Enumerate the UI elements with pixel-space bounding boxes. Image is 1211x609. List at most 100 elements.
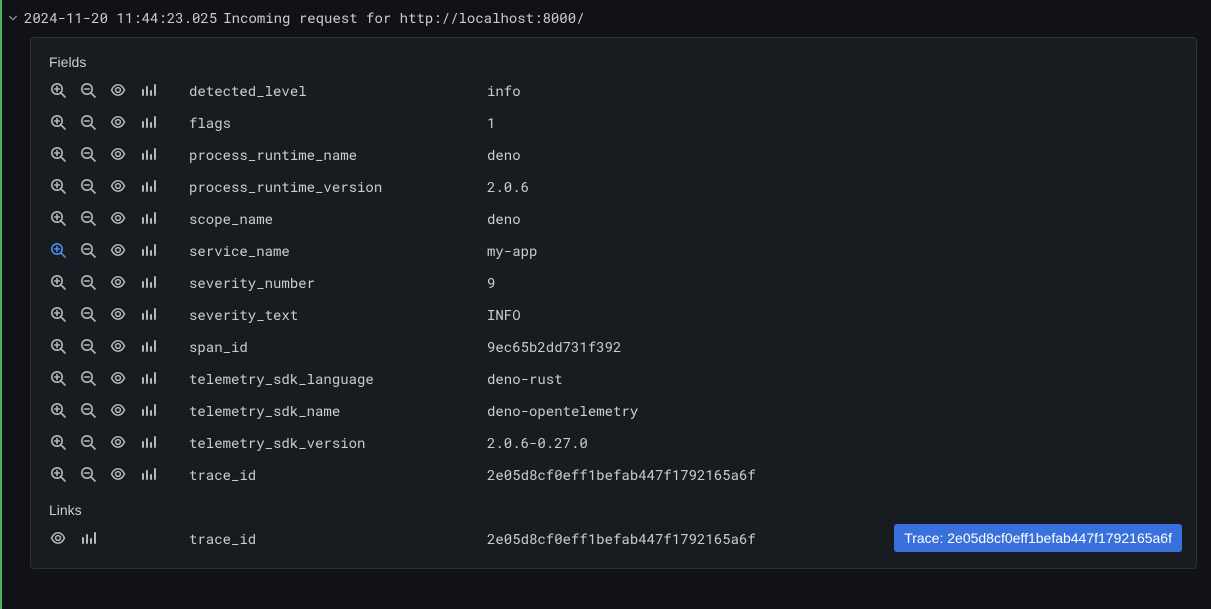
- filter-out-icon[interactable]: [79, 305, 97, 323]
- field-value: deno-rust: [487, 369, 1182, 388]
- filter-out-icon[interactable]: [79, 465, 97, 483]
- filter-out-icon[interactable]: [79, 177, 97, 195]
- toggle-visibility-icon[interactable]: [109, 369, 127, 387]
- ad-hoc-stats-icon[interactable]: [139, 113, 157, 131]
- link-actions: [49, 529, 181, 547]
- toggle-visibility-icon[interactable]: [109, 241, 127, 259]
- field-row: severity_number9: [45, 266, 1182, 298]
- log-message: Incoming request for http://localhost:80…: [223, 8, 584, 27]
- toggle-visibility-icon[interactable]: [109, 273, 127, 291]
- field-row: telemetry_sdk_version2.0.6-0.27.0: [45, 426, 1182, 458]
- filter-out-icon[interactable]: [79, 273, 97, 291]
- filter-out-icon[interactable]: [79, 241, 97, 259]
- filter-for-icon[interactable]: [49, 209, 67, 227]
- toggle-visibility-icon[interactable]: [109, 209, 127, 227]
- field-key: telemetry_sdk_name: [189, 401, 479, 420]
- fields-section-title: Fields: [45, 48, 1182, 74]
- field-actions: [49, 209, 181, 227]
- filter-out-icon[interactable]: [79, 401, 97, 419]
- filter-for-icon[interactable]: [49, 369, 67, 387]
- toggle-visibility-icon[interactable]: [49, 529, 67, 547]
- toggle-visibility-icon[interactable]: [109, 305, 127, 323]
- field-actions: [49, 177, 181, 195]
- filter-out-icon[interactable]: [79, 369, 97, 387]
- toggle-visibility-icon[interactable]: [109, 177, 127, 195]
- open-trace-button[interactable]: Trace: 2e05d8cf0eff1befab447f1792165a6f: [894, 524, 1182, 552]
- ad-hoc-stats-icon[interactable]: [139, 177, 157, 195]
- field-row: span_id 9ec65b2dd731f392: [45, 330, 1182, 362]
- toggle-visibility-icon[interactable]: [109, 113, 127, 131]
- filter-for-icon[interactable]: [49, 145, 67, 163]
- filter-out-icon[interactable]: [79, 433, 97, 451]
- log-timestamp: 2024-11-20 11:44:23.025: [24, 8, 217, 27]
- field-value: 2e05d8cf0eff1befab447f1792165a6f: [487, 465, 1182, 484]
- toggle-visibility-icon[interactable]: [109, 465, 127, 483]
- toggle-visibility-icon[interactable]: [109, 401, 127, 419]
- field-key: telemetry_sdk_version: [189, 433, 479, 452]
- filter-out-icon[interactable]: [79, 337, 97, 355]
- filter-for-icon[interactable]: [49, 113, 67, 131]
- links-section-title: Links: [45, 490, 1182, 522]
- field-row: process_runtime_version2.0.6: [45, 170, 1182, 202]
- filter-for-icon[interactable]: [49, 177, 67, 195]
- field-value: deno: [487, 209, 1182, 228]
- ad-hoc-stats-icon[interactable]: [139, 465, 157, 483]
- filter-for-icon[interactable]: [49, 81, 67, 99]
- field-actions: [49, 241, 181, 259]
- field-value: deno-opentelemetry: [487, 401, 1182, 420]
- ad-hoc-stats-icon[interactable]: [139, 241, 157, 259]
- toggle-visibility-icon[interactable]: [109, 145, 127, 163]
- ad-hoc-stats-icon[interactable]: [139, 337, 157, 355]
- log-entry: 2024-11-20 11:44:23.025 Incoming request…: [0, 0, 1211, 609]
- field-actions: [49, 433, 181, 451]
- toggle-visibility-icon[interactable]: [109, 81, 127, 99]
- field-key: service_name: [189, 241, 479, 260]
- ad-hoc-stats-icon[interactable]: [139, 209, 157, 227]
- field-actions: [49, 337, 181, 355]
- field-value: 9: [487, 273, 1182, 292]
- field-row: flags1: [45, 106, 1182, 138]
- filter-for-icon[interactable]: [49, 241, 67, 259]
- ad-hoc-stats-icon[interactable]: [139, 145, 157, 163]
- field-key: telemetry_sdk_language: [189, 369, 479, 388]
- toggle-visibility-icon[interactable]: [109, 433, 127, 451]
- filter-for-icon[interactable]: [49, 273, 67, 291]
- ad-hoc-stats-icon[interactable]: [139, 433, 157, 451]
- field-actions: [49, 273, 181, 291]
- filter-out-icon[interactable]: [79, 81, 97, 99]
- filter-out-icon[interactable]: [79, 209, 97, 227]
- ad-hoc-stats-icon[interactable]: [139, 305, 157, 323]
- field-key: span_id: [189, 337, 479, 356]
- ad-hoc-stats-icon[interactable]: [139, 369, 157, 387]
- filter-for-icon[interactable]: [49, 305, 67, 323]
- filter-for-icon[interactable]: [49, 337, 67, 355]
- filter-out-icon[interactable]: [79, 145, 97, 163]
- field-row: telemetry_sdk_name deno-opentelemetry: [45, 394, 1182, 426]
- ad-hoc-stats-icon[interactable]: [139, 401, 157, 419]
- field-key: process_runtime_version: [189, 177, 479, 196]
- filter-for-icon[interactable]: [49, 401, 67, 419]
- ad-hoc-stats-icon[interactable]: [139, 273, 157, 291]
- field-actions: [49, 465, 181, 483]
- filter-for-icon[interactable]: [49, 433, 67, 451]
- field-value: deno: [487, 145, 1182, 164]
- field-key: severity_text: [189, 305, 479, 324]
- toggle-visibility-icon[interactable]: [109, 337, 127, 355]
- filter-for-icon[interactable]: [49, 465, 67, 483]
- field-actions: [49, 305, 181, 323]
- field-row: process_runtime_namedeno: [45, 138, 1182, 170]
- field-key: detected_level: [189, 81, 479, 100]
- link-row: trace_id2e05d8cf0eff1befab447f1792165a6f…: [45, 522, 1182, 554]
- field-row: telemetry_sdk_language deno-rust: [45, 362, 1182, 394]
- log-header-row[interactable]: 2024-11-20 11:44:23.025 Incoming request…: [2, 8, 1211, 37]
- ad-hoc-stats-icon[interactable]: [139, 81, 157, 99]
- link-key: trace_id: [189, 529, 479, 548]
- filter-out-icon[interactable]: [79, 113, 97, 131]
- field-key: scope_name: [189, 209, 479, 228]
- field-value: my-app: [487, 241, 1182, 260]
- ad-hoc-stats-icon[interactable]: [79, 529, 97, 547]
- field-row: trace_id2e05d8cf0eff1befab447f1792165a6f: [45, 458, 1182, 490]
- field-value: 9ec65b2dd731f392: [487, 337, 1182, 356]
- log-details-panel: Fields detected_levelinfoflags1process_r…: [30, 37, 1197, 569]
- chevron-down-icon[interactable]: [8, 13, 18, 23]
